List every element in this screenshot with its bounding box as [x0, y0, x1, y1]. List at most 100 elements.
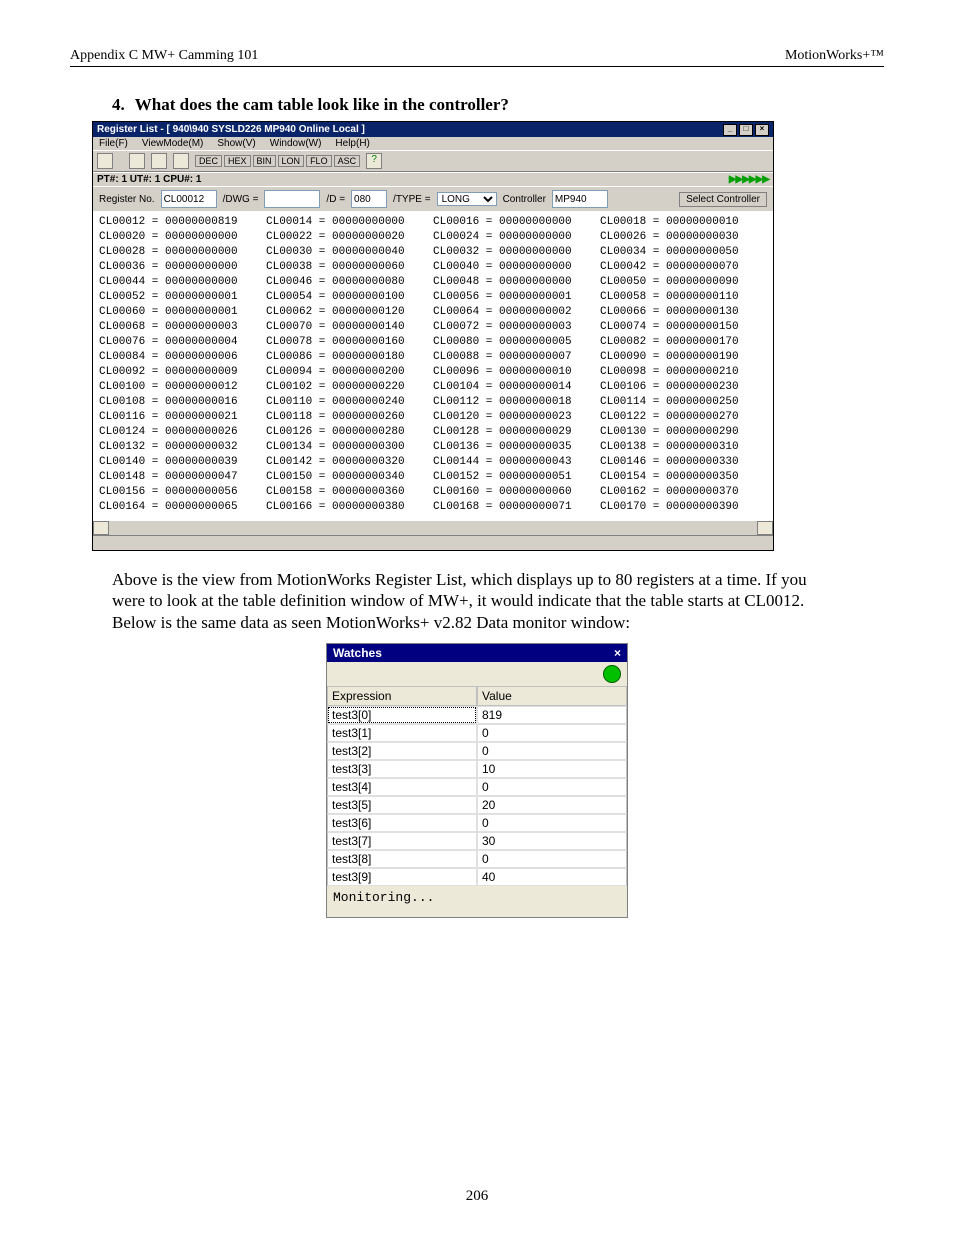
menu-item[interactable]: Help(H): [335, 138, 369, 149]
register-cell[interactable]: CL00044 = 00000000000: [99, 275, 266, 290]
register-cell[interactable]: CL00022 = 00000000020: [266, 230, 433, 245]
watch-expression[interactable]: test3[9]: [327, 868, 477, 886]
register-cell[interactable]: CL00016 = 00000000000: [433, 215, 600, 230]
menu-item[interactable]: Show(V): [217, 138, 255, 149]
watch-expression[interactable]: test3[5]: [327, 796, 477, 814]
register-cell[interactable]: CL00034 = 00000000050: [600, 245, 767, 260]
register-cell[interactable]: CL00106 = 00000000230: [600, 380, 767, 395]
register-cell[interactable]: CL00116 = 00000000021: [99, 410, 266, 425]
register-cell[interactable]: CL00038 = 00000000060: [266, 260, 433, 275]
register-cell[interactable]: CL00094 = 00000000200: [266, 365, 433, 380]
register-cell[interactable]: CL00054 = 00000000100: [266, 290, 433, 305]
menu-item[interactable]: ViewMode(M): [142, 138, 204, 149]
format-button[interactable]: HEX: [224, 155, 251, 167]
tool-icon[interactable]: [173, 153, 189, 169]
register-cell[interactable]: CL00150 = 00000000340: [266, 470, 433, 485]
register-cell[interactable]: CL00158 = 00000000360: [266, 485, 433, 500]
register-cell[interactable]: CL00090 = 00000000190: [600, 350, 767, 365]
register-cell[interactable]: CL00120 = 00000000023: [433, 410, 600, 425]
toolbar-format-buttons[interactable]: DECHEXBINLONFLOASC: [195, 155, 360, 167]
register-cell[interactable]: CL00162 = 00000000370: [600, 485, 767, 500]
register-cell[interactable]: CL00118 = 00000000260: [266, 410, 433, 425]
tool-icon[interactable]: [129, 153, 145, 169]
watch-row[interactable]: test3[9]40: [327, 868, 627, 886]
register-cell[interactable]: CL00076 = 00000000004: [99, 335, 266, 350]
window-controls[interactable]: _□×: [721, 123, 769, 136]
watch-expression[interactable]: test3[4]: [327, 778, 477, 796]
toolbar[interactable]: DECHEXBINLONFLOASC ?: [93, 150, 773, 172]
register-cell[interactable]: CL00136 = 00000000035: [433, 440, 600, 455]
register-cell[interactable]: CL00154 = 00000000350: [600, 470, 767, 485]
watch-row[interactable]: test3[8]0: [327, 850, 627, 868]
type-select[interactable]: LONG: [437, 192, 497, 206]
col-expression[interactable]: Expression: [327, 686, 477, 706]
watch-row[interactable]: test3[7]30: [327, 832, 627, 850]
register-cell[interactable]: CL00036 = 00000000000: [99, 260, 266, 275]
register-cell[interactable]: CL00104 = 00000000014: [433, 380, 600, 395]
watch-row[interactable]: test3[2]0: [327, 742, 627, 760]
format-button[interactable]: ASC: [334, 155, 361, 167]
register-cell[interactable]: CL00100 = 00000000012: [99, 380, 266, 395]
register-cell[interactable]: CL00018 = 00000000010: [600, 215, 767, 230]
help-icon[interactable]: ?: [366, 153, 382, 169]
register-cell[interactable]: CL00144 = 00000000043: [433, 455, 600, 470]
format-button[interactable]: LON: [278, 155, 305, 167]
register-cell[interactable]: CL00064 = 00000000002: [433, 305, 600, 320]
register-cell[interactable]: CL00014 = 00000000000: [266, 215, 433, 230]
watch-row[interactable]: test3[6]0: [327, 814, 627, 832]
register-cell[interactable]: CL00112 = 00000000018: [433, 395, 600, 410]
register-cell[interactable]: CL00164 = 00000000065: [99, 500, 266, 515]
register-cell[interactable]: CL00134 = 00000000300: [266, 440, 433, 455]
register-cell[interactable]: CL00132 = 00000000032: [99, 440, 266, 455]
register-cell[interactable]: CL00166 = 00000000380: [266, 500, 433, 515]
register-cell[interactable]: CL00078 = 00000000160: [266, 335, 433, 350]
register-cell[interactable]: CL00114 = 00000000250: [600, 395, 767, 410]
watch-row[interactable]: test3[5]20: [327, 796, 627, 814]
register-cell[interactable]: CL00040 = 00000000000: [433, 260, 600, 275]
menu-item[interactable]: File(F): [99, 138, 128, 149]
register-cell[interactable]: CL00160 = 00000000060: [433, 485, 600, 500]
register-cell[interactable]: CL00060 = 00000000001: [99, 305, 266, 320]
register-cell[interactable]: CL00030 = 00000000040: [266, 245, 433, 260]
register-cell[interactable]: CL00128 = 00000000029: [433, 425, 600, 440]
register-cell[interactable]: CL00046 = 00000000080: [266, 275, 433, 290]
watch-expression[interactable]: test3[0]: [327, 706, 477, 724]
register-cell[interactable]: CL00052 = 00000000001: [99, 290, 266, 305]
watch-expression[interactable]: test3[3]: [327, 760, 477, 778]
watch-expression[interactable]: test3[2]: [327, 742, 477, 760]
register-cell[interactable]: CL00012 = 00000000819: [99, 215, 266, 230]
h-scrollbar[interactable]: [93, 521, 773, 535]
register-cell[interactable]: CL00168 = 00000000071: [433, 500, 600, 515]
format-button[interactable]: FLO: [306, 155, 332, 167]
format-button[interactable]: BIN: [253, 155, 276, 167]
register-cell[interactable]: CL00074 = 00000000150: [600, 320, 767, 335]
register-cell[interactable]: CL00170 = 00000000390: [600, 500, 767, 515]
register-cell[interactable]: CL00048 = 00000000000: [433, 275, 600, 290]
register-cell[interactable]: CL00102 = 00000000220: [266, 380, 433, 395]
register-cell[interactable]: CL00156 = 00000000056: [99, 485, 266, 500]
register-cell[interactable]: CL00088 = 00000000007: [433, 350, 600, 365]
scroll-left-button[interactable]: [93, 521, 109, 535]
register-cell[interactable]: CL00068 = 00000000003: [99, 320, 266, 335]
watch-row[interactable]: test3[1]0: [327, 724, 627, 742]
window-titlebar[interactable]: Register List - [ 940\940 SYSLD226 MP940…: [93, 122, 773, 137]
register-cell[interactable]: CL00070 = 00000000140: [266, 320, 433, 335]
register-cell[interactable]: CL00124 = 00000000026: [99, 425, 266, 440]
register-cell[interactable]: CL00058 = 00000000110: [600, 290, 767, 305]
watch-expression[interactable]: test3[1]: [327, 724, 477, 742]
register-cell[interactable]: CL00072 = 00000000003: [433, 320, 600, 335]
register-cell[interactable]: CL00110 = 00000000240: [266, 395, 433, 410]
d-input[interactable]: [351, 190, 387, 208]
close-icon[interactable]: ×: [614, 646, 621, 660]
register-cell[interactable]: CL00096 = 00000000010: [433, 365, 600, 380]
register-cell[interactable]: CL00148 = 00000000047: [99, 470, 266, 485]
register-cell[interactable]: CL00056 = 00000000001: [433, 290, 600, 305]
register-cell[interactable]: CL00108 = 00000000016: [99, 395, 266, 410]
register-cell[interactable]: CL00024 = 00000000000: [433, 230, 600, 245]
register-cell[interactable]: CL00032 = 00000000000: [433, 245, 600, 260]
register-cell[interactable]: CL00082 = 00000000170: [600, 335, 767, 350]
format-button[interactable]: DEC: [195, 155, 222, 167]
register-cell[interactable]: CL00042 = 00000000070: [600, 260, 767, 275]
select-controller-button[interactable]: Select Controller: [679, 192, 767, 207]
register-cell[interactable]: CL00084 = 00000000006: [99, 350, 266, 365]
